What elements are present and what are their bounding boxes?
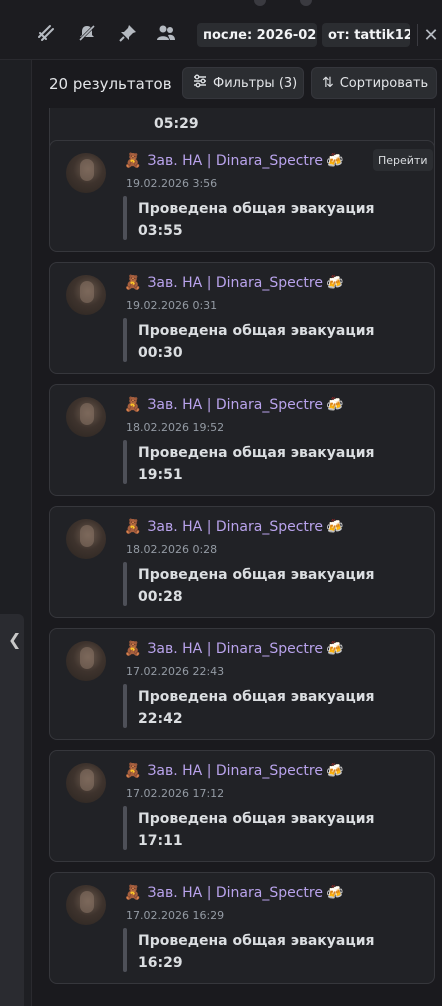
role-emoji: 🍻	[325, 275, 344, 291]
sort-label: Сортировать	[339, 75, 429, 91]
timestamp: 18.02.2026 0:28	[126, 543, 218, 556]
partial-icon	[300, 0, 312, 6]
timestamp: 18.02.2026 19:52	[126, 421, 225, 434]
message-text: Проведена общая эвакуация 17:11	[138, 811, 375, 849]
timestamp: 17.02.2026 17:12	[126, 787, 225, 800]
left-panel: ❮	[0, 60, 32, 1006]
message-text: 05:29	[154, 116, 199, 132]
message-card[interactable]: 🧸 Зав. НА | Dinara_Spectre 🍻 18.02.2026 …	[49, 384, 435, 496]
quote-bar	[123, 806, 127, 850]
message-card[interactable]: 🧸 Зав. НА | Dinara_Spectre 🍻 18.02.2026 …	[49, 506, 435, 618]
quote-bar	[123, 928, 127, 972]
jump-button[interactable]: Перейти	[373, 149, 433, 171]
partial-icon	[254, 0, 266, 6]
role-emoji: 🧸	[124, 885, 142, 901]
partial-icon: ❮	[8, 630, 22, 649]
author-row: 🧸 Зав. НА | Dinara_Spectre 🍻	[124, 883, 343, 903]
avatar[interactable]	[66, 885, 106, 925]
filter-chip-from[interactable]: от: tattik123	[322, 23, 410, 47]
author-name[interactable]: Зав. НА | Dinara_Spectre	[147, 275, 323, 291]
timestamp: 19.02.2026 3:56	[126, 177, 218, 190]
message-text: Проведена общая эвакуация 16:29	[138, 933, 375, 971]
role-emoji: 🍻	[325, 763, 344, 779]
message-text: Проведена общая эвакуация 19:51	[138, 445, 375, 483]
mute-icon[interactable]	[76, 22, 98, 44]
avatar[interactable]	[66, 397, 106, 437]
sort-button[interactable]: ⇅ Сортировать	[311, 67, 437, 99]
message-text: Проведена общая эвакуация 00:28	[138, 567, 375, 605]
message-card[interactable]: 🧸 Зав. НА | Dinara_Spectre 🍻 17.02.2026 …	[49, 872, 435, 984]
message-text: Проведена общая эвакуация 00:30	[138, 323, 375, 361]
role-emoji: 🧸	[124, 275, 142, 291]
author-name[interactable]: Зав. НА | Dinara_Spectre	[147, 397, 323, 413]
filter-chip-after[interactable]: после: 2026-02-15	[197, 23, 317, 47]
role-emoji: 🧸	[124, 153, 142, 169]
avatar[interactable]	[66, 763, 106, 803]
message-card[interactable]: 🧸 Зав. НА | Dinara_Spectre 🍻 17.02.2026 …	[49, 750, 435, 862]
author-name[interactable]: Зав. НА | Dinara_Spectre	[147, 763, 323, 779]
role-emoji: 🧸	[124, 519, 142, 535]
quote-bar	[123, 196, 127, 240]
message-text: Проведена общая эвакуация 22:42	[138, 689, 375, 727]
quote-bar	[123, 684, 127, 728]
role-emoji: 🧸	[124, 641, 142, 657]
role-emoji: 🍻	[325, 885, 344, 901]
sort-icon: ⇅	[322, 75, 334, 91]
author-name[interactable]: Зав. НА | Dinara_Spectre	[147, 153, 323, 169]
members-icon[interactable]	[155, 22, 177, 44]
close-icon[interactable]: ✕	[417, 24, 440, 46]
author-row: 🧸 Зав. НА | Dinara_Spectre 🍻	[124, 151, 343, 171]
quote-bar	[123, 318, 127, 362]
pin-icon[interactable]	[117, 22, 139, 44]
role-emoji: 🧸	[124, 763, 142, 779]
avatar[interactable]	[66, 641, 106, 681]
left-panel-block	[0, 614, 24, 1006]
role-emoji: 🍻	[325, 519, 344, 535]
avatar[interactable]	[66, 153, 106, 193]
avatar[interactable]	[66, 519, 106, 559]
role-emoji: 🍻	[325, 397, 344, 413]
quote-bar	[123, 562, 127, 606]
author-row: 🧸 Зав. НА | Dinara_Spectre 🍻	[124, 517, 343, 537]
filters-button[interactable]: Фильтры (3)	[182, 67, 304, 99]
message-card[interactable]: 🧸 Зав. НА | Dinara_Spectre 🍻 17.02.2026 …	[49, 628, 435, 740]
author-name[interactable]: Зав. НА | Dinara_Spectre	[147, 519, 323, 535]
timestamp: 17.02.2026 16:29	[126, 909, 225, 922]
avatar[interactable]	[66, 275, 106, 315]
role-emoji: 🍻	[325, 153, 344, 169]
filters-label: Фильтры (3)	[213, 75, 298, 91]
timestamp: 17.02.2026 22:43	[126, 665, 225, 678]
results-bar: 20 результатов Фильтры (3) ⇅ Сортировать	[33, 60, 442, 108]
message-card[interactable]: 🧸 Зав. НА | Dinara_Spectre 🍻 19.02.2026 …	[49, 262, 435, 374]
quote-bar	[123, 440, 127, 484]
author-row: 🧸 Зав. НА | Dinara_Spectre 🍻	[124, 395, 343, 415]
author-row: 🧸 Зав. НА | Dinara_Spectre 🍻	[124, 273, 343, 293]
message-text: Проведена общая эвакуация 03:55	[138, 201, 375, 239]
author-name[interactable]: Зав. НА | Dinara_Spectre	[147, 641, 323, 657]
results-count: 20 результатов	[49, 75, 172, 93]
author-name[interactable]: Зав. НА | Dinara_Spectre	[147, 885, 323, 901]
filters-icon	[193, 74, 207, 92]
author-row: 🧸 Зав. НА | Dinara_Spectre 🍻	[124, 761, 343, 781]
threads-icon[interactable]	[35, 22, 57, 44]
timestamp: 19.02.2026 0:31	[126, 299, 218, 312]
channel-header: после: 2026-02-15 от: tattik123 ✕	[0, 0, 442, 60]
author-row: 🧸 Зав. НА | Dinara_Spectre 🍻	[124, 639, 343, 659]
role-emoji: 🍻	[325, 641, 344, 657]
role-emoji: 🧸	[124, 397, 142, 413]
search-results-list: 05:29 🧸 Зав. НА | Dinara_Spectre 🍻 Перей…	[33, 108, 442, 1006]
message-card[interactable]: 🧸 Зав. НА | Dinara_Spectre 🍻 Перейти 19.…	[49, 140, 435, 252]
